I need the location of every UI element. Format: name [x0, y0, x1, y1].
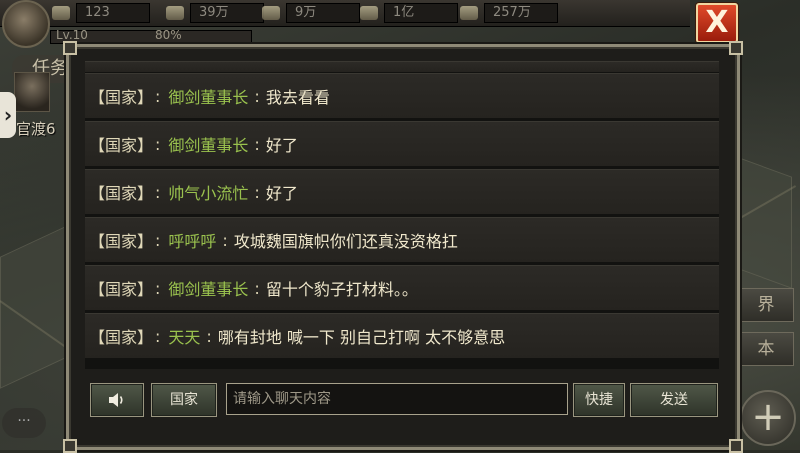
- exp-percent: 80%: [155, 28, 182, 42]
- message-text: 我去看看: [265, 88, 330, 107]
- base-button[interactable]: 本: [738, 332, 794, 366]
- panel-corner-ornament: [729, 41, 743, 55]
- close-icon: X: [705, 5, 729, 40]
- map-wall: [0, 223, 72, 389]
- chat-panel: 【国家】 : 御剑董事长 : 我去看看 【国家】 : 御剑董事长 : 好了 【国…: [63, 41, 743, 453]
- separator: :: [254, 278, 260, 298]
- chat-message: 【国家】 : 御剑董事长 : 留十个豹子打材料。。: [85, 265, 719, 310]
- separator: :: [155, 182, 161, 202]
- sender-name[interactable]: 帅气小流忙: [168, 180, 248, 204]
- sender-name[interactable]: 天天: [168, 324, 200, 348]
- separator: :: [254, 86, 260, 106]
- resource-value: 39万: [190, 3, 264, 23]
- channel-tag: 【国家】: [89, 136, 154, 155]
- chat-message: 【国家】 : 御剑董事长 : 我去看看: [85, 73, 719, 118]
- resource-silver[interactable]: 123: [52, 3, 150, 23]
- message-text: 好了: [265, 184, 298, 203]
- resource-bar: 123 39万 9万 1亿 257万: [0, 0, 690, 27]
- wood-icon: [262, 6, 280, 20]
- resource-value: 1亿: [384, 3, 458, 23]
- message-text: 哪有封地 喊一下 别自己打啊 太不够意思: [217, 328, 506, 347]
- player-level: Lv.10: [56, 28, 88, 42]
- separator: :: [155, 86, 161, 106]
- plus-icon[interactable]: +: [740, 390, 796, 446]
- separator: :: [222, 230, 228, 250]
- chat-bubble-icon[interactable]: ···: [2, 408, 46, 438]
- player-avatar[interactable]: [2, 0, 50, 48]
- separator: :: [155, 326, 161, 346]
- sender-name[interactable]: 呼呼呼: [168, 228, 216, 252]
- resource-tea[interactable]: 39万: [166, 3, 264, 23]
- silver-icon: [52, 6, 70, 20]
- speaker-icon: [109, 393, 123, 407]
- chat-message: 【国家】 : 帅气小流忙 : 好了: [85, 169, 719, 214]
- sender-name[interactable]: 御剑董事长: [168, 132, 248, 156]
- hero-name: 官渡6: [16, 120, 56, 138]
- separator: :: [155, 230, 161, 250]
- separator: :: [155, 278, 161, 298]
- quick-phrase-button[interactable]: 快捷: [573, 383, 625, 417]
- tea-icon: [166, 6, 184, 20]
- channel-tag: 【国家】: [89, 280, 154, 299]
- chat-message-list[interactable]: 【国家】 : 御剑董事长 : 我去看看 【国家】 : 御剑董事长 : 好了 【国…: [85, 61, 719, 369]
- resource-value: 9万: [286, 3, 360, 23]
- channel-select[interactable]: 国家: [151, 383, 217, 417]
- troops-icon: [460, 6, 478, 20]
- chat-input[interactable]: 请输入聊天内容: [226, 383, 568, 415]
- panel-corner-ornament: [729, 439, 743, 453]
- separator: :: [155, 134, 161, 154]
- list-item: [85, 61, 719, 72]
- voice-button[interactable]: [90, 383, 144, 417]
- chat-message: 【国家】 : 天天 : 哪有封地 喊一下 别自己打啊 太不够意思: [85, 313, 719, 358]
- resource-stone[interactable]: 1亿: [360, 3, 458, 23]
- message-text: 攻城魏国旗帜你们还真没资格扛: [233, 232, 458, 251]
- resource-value: 123: [76, 3, 150, 23]
- chat-message: 【国家】 : 呼呼呼 : 攻城魏国旗帜你们还真没资格扛: [85, 217, 719, 262]
- send-button[interactable]: 发送: [630, 383, 718, 417]
- chevron-right-icon: ›: [3, 103, 13, 127]
- channel-tag: 【国家】: [89, 328, 154, 347]
- channel-tag: 【国家】: [89, 88, 154, 107]
- resource-troops[interactable]: 257万: [460, 3, 558, 23]
- sender-name[interactable]: 御剑董事长: [168, 276, 248, 300]
- channel-tag: 【国家】: [89, 232, 154, 251]
- close-button[interactable]: X: [696, 3, 738, 43]
- resource-value: 257万: [484, 3, 558, 23]
- resource-wood[interactable]: 9万: [262, 3, 360, 23]
- panel-corner-ornament: [63, 41, 77, 55]
- sender-name[interactable]: 御剑董事长: [168, 84, 248, 108]
- channel-tag: 【国家】: [89, 184, 154, 203]
- separator: :: [254, 182, 260, 202]
- expand-sidebar-tab[interactable]: ›: [0, 92, 16, 138]
- stone-icon: [360, 6, 378, 20]
- panel-corner-ornament: [63, 439, 77, 453]
- hero-portrait[interactable]: [14, 72, 50, 112]
- separator: :: [206, 326, 212, 346]
- separator: :: [254, 134, 260, 154]
- message-text: 好了: [265, 136, 298, 155]
- chat-message: 【国家】 : 御剑董事长 : 好了: [85, 121, 719, 166]
- message-text: 留十个豹子打材料。。: [265, 280, 418, 299]
- world-button[interactable]: 界: [738, 288, 794, 322]
